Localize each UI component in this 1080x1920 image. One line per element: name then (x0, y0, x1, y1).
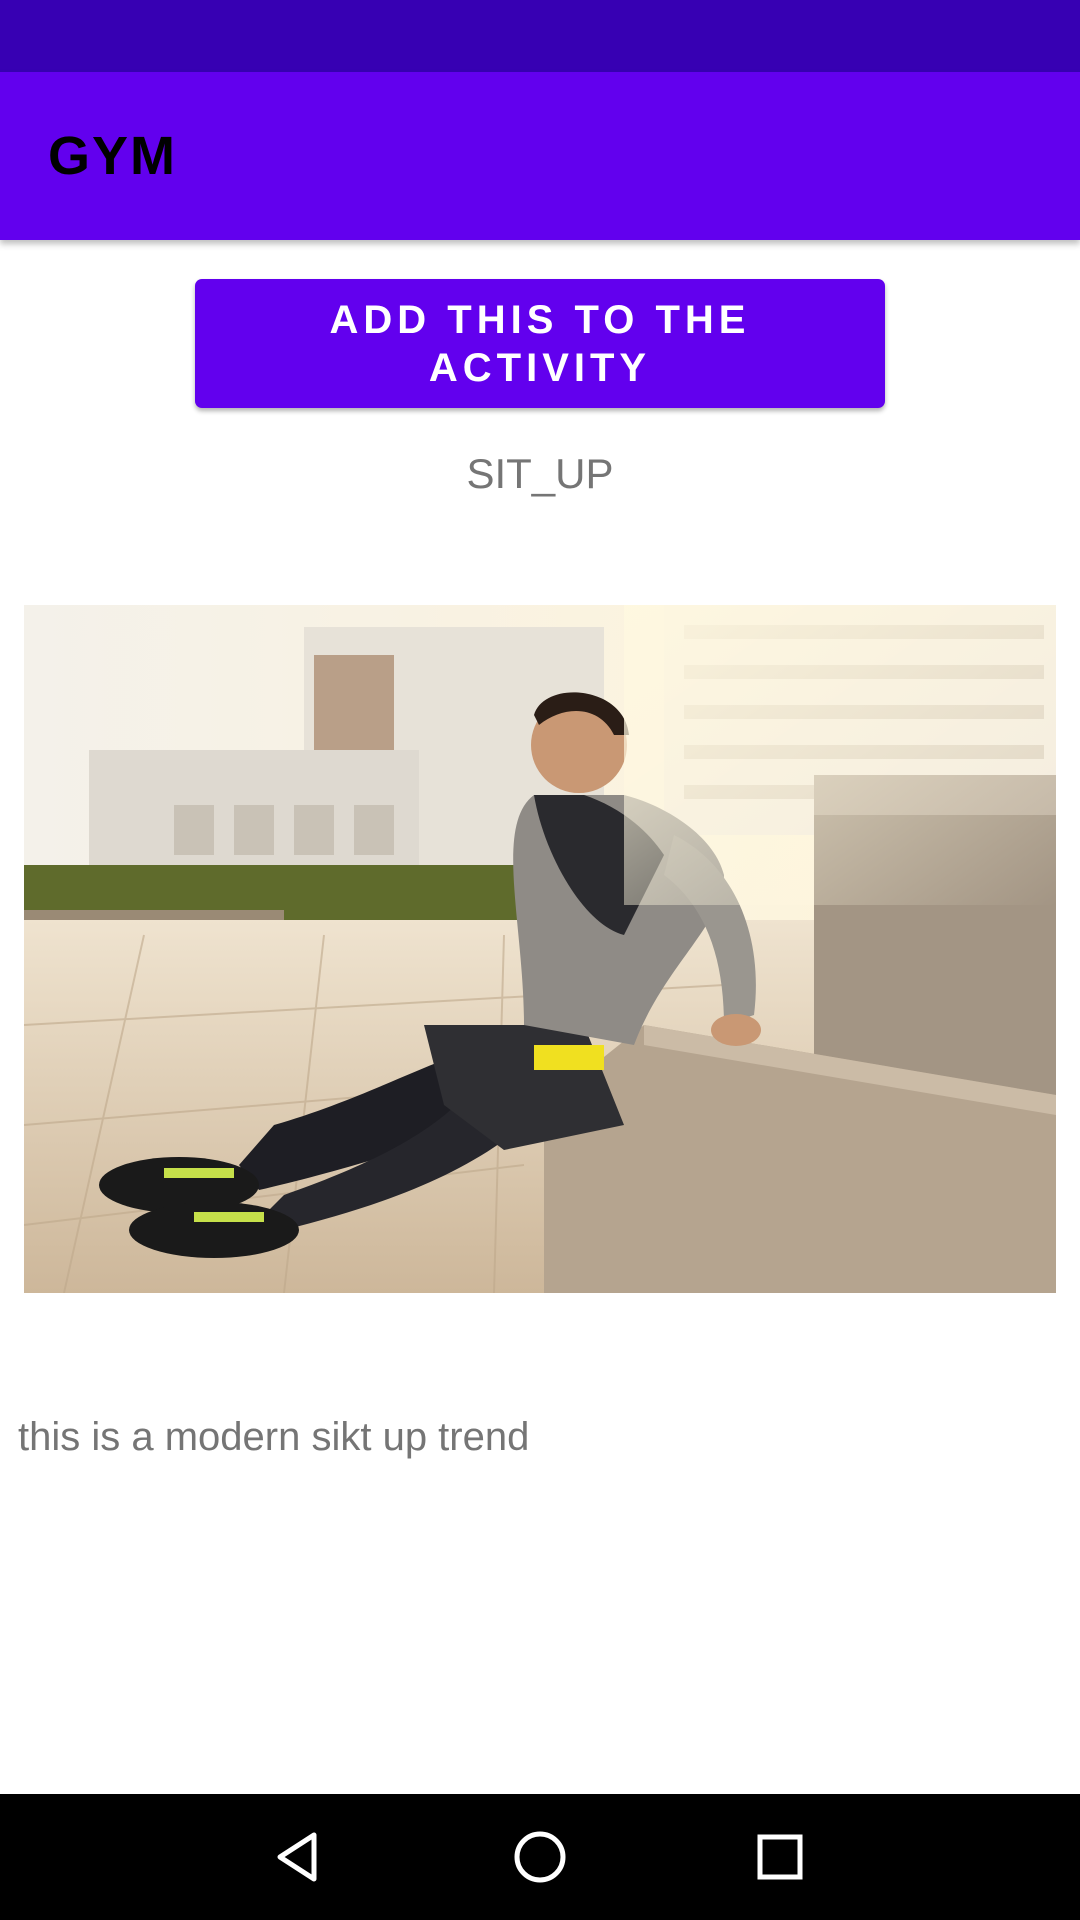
recents-button[interactable] (717, 1794, 843, 1920)
square-recents-icon (757, 1834, 803, 1880)
exercise-detail: ADD THIS TO THE ACTIVITY SIT_UP this is … (0, 240, 1080, 1794)
exercise-name: SIT_UP (466, 450, 614, 497)
home-button[interactable] (477, 1794, 603, 1920)
back-button[interactable] (237, 1794, 363, 1920)
navigation-bar (0, 1794, 1080, 1920)
exercise-description: this is a modern sikt up trend (18, 1415, 530, 1459)
exercise-image (24, 605, 1056, 1293)
app-title: GYM (48, 126, 178, 186)
app-bar: GYM (0, 72, 1080, 240)
status-bar (0, 0, 1080, 72)
add-to-activity-button[interactable]: ADD THIS TO THE ACTIVITY (195, 279, 885, 408)
circle-home-icon (514, 1831, 566, 1883)
triangle-back-icon (277, 1832, 317, 1882)
